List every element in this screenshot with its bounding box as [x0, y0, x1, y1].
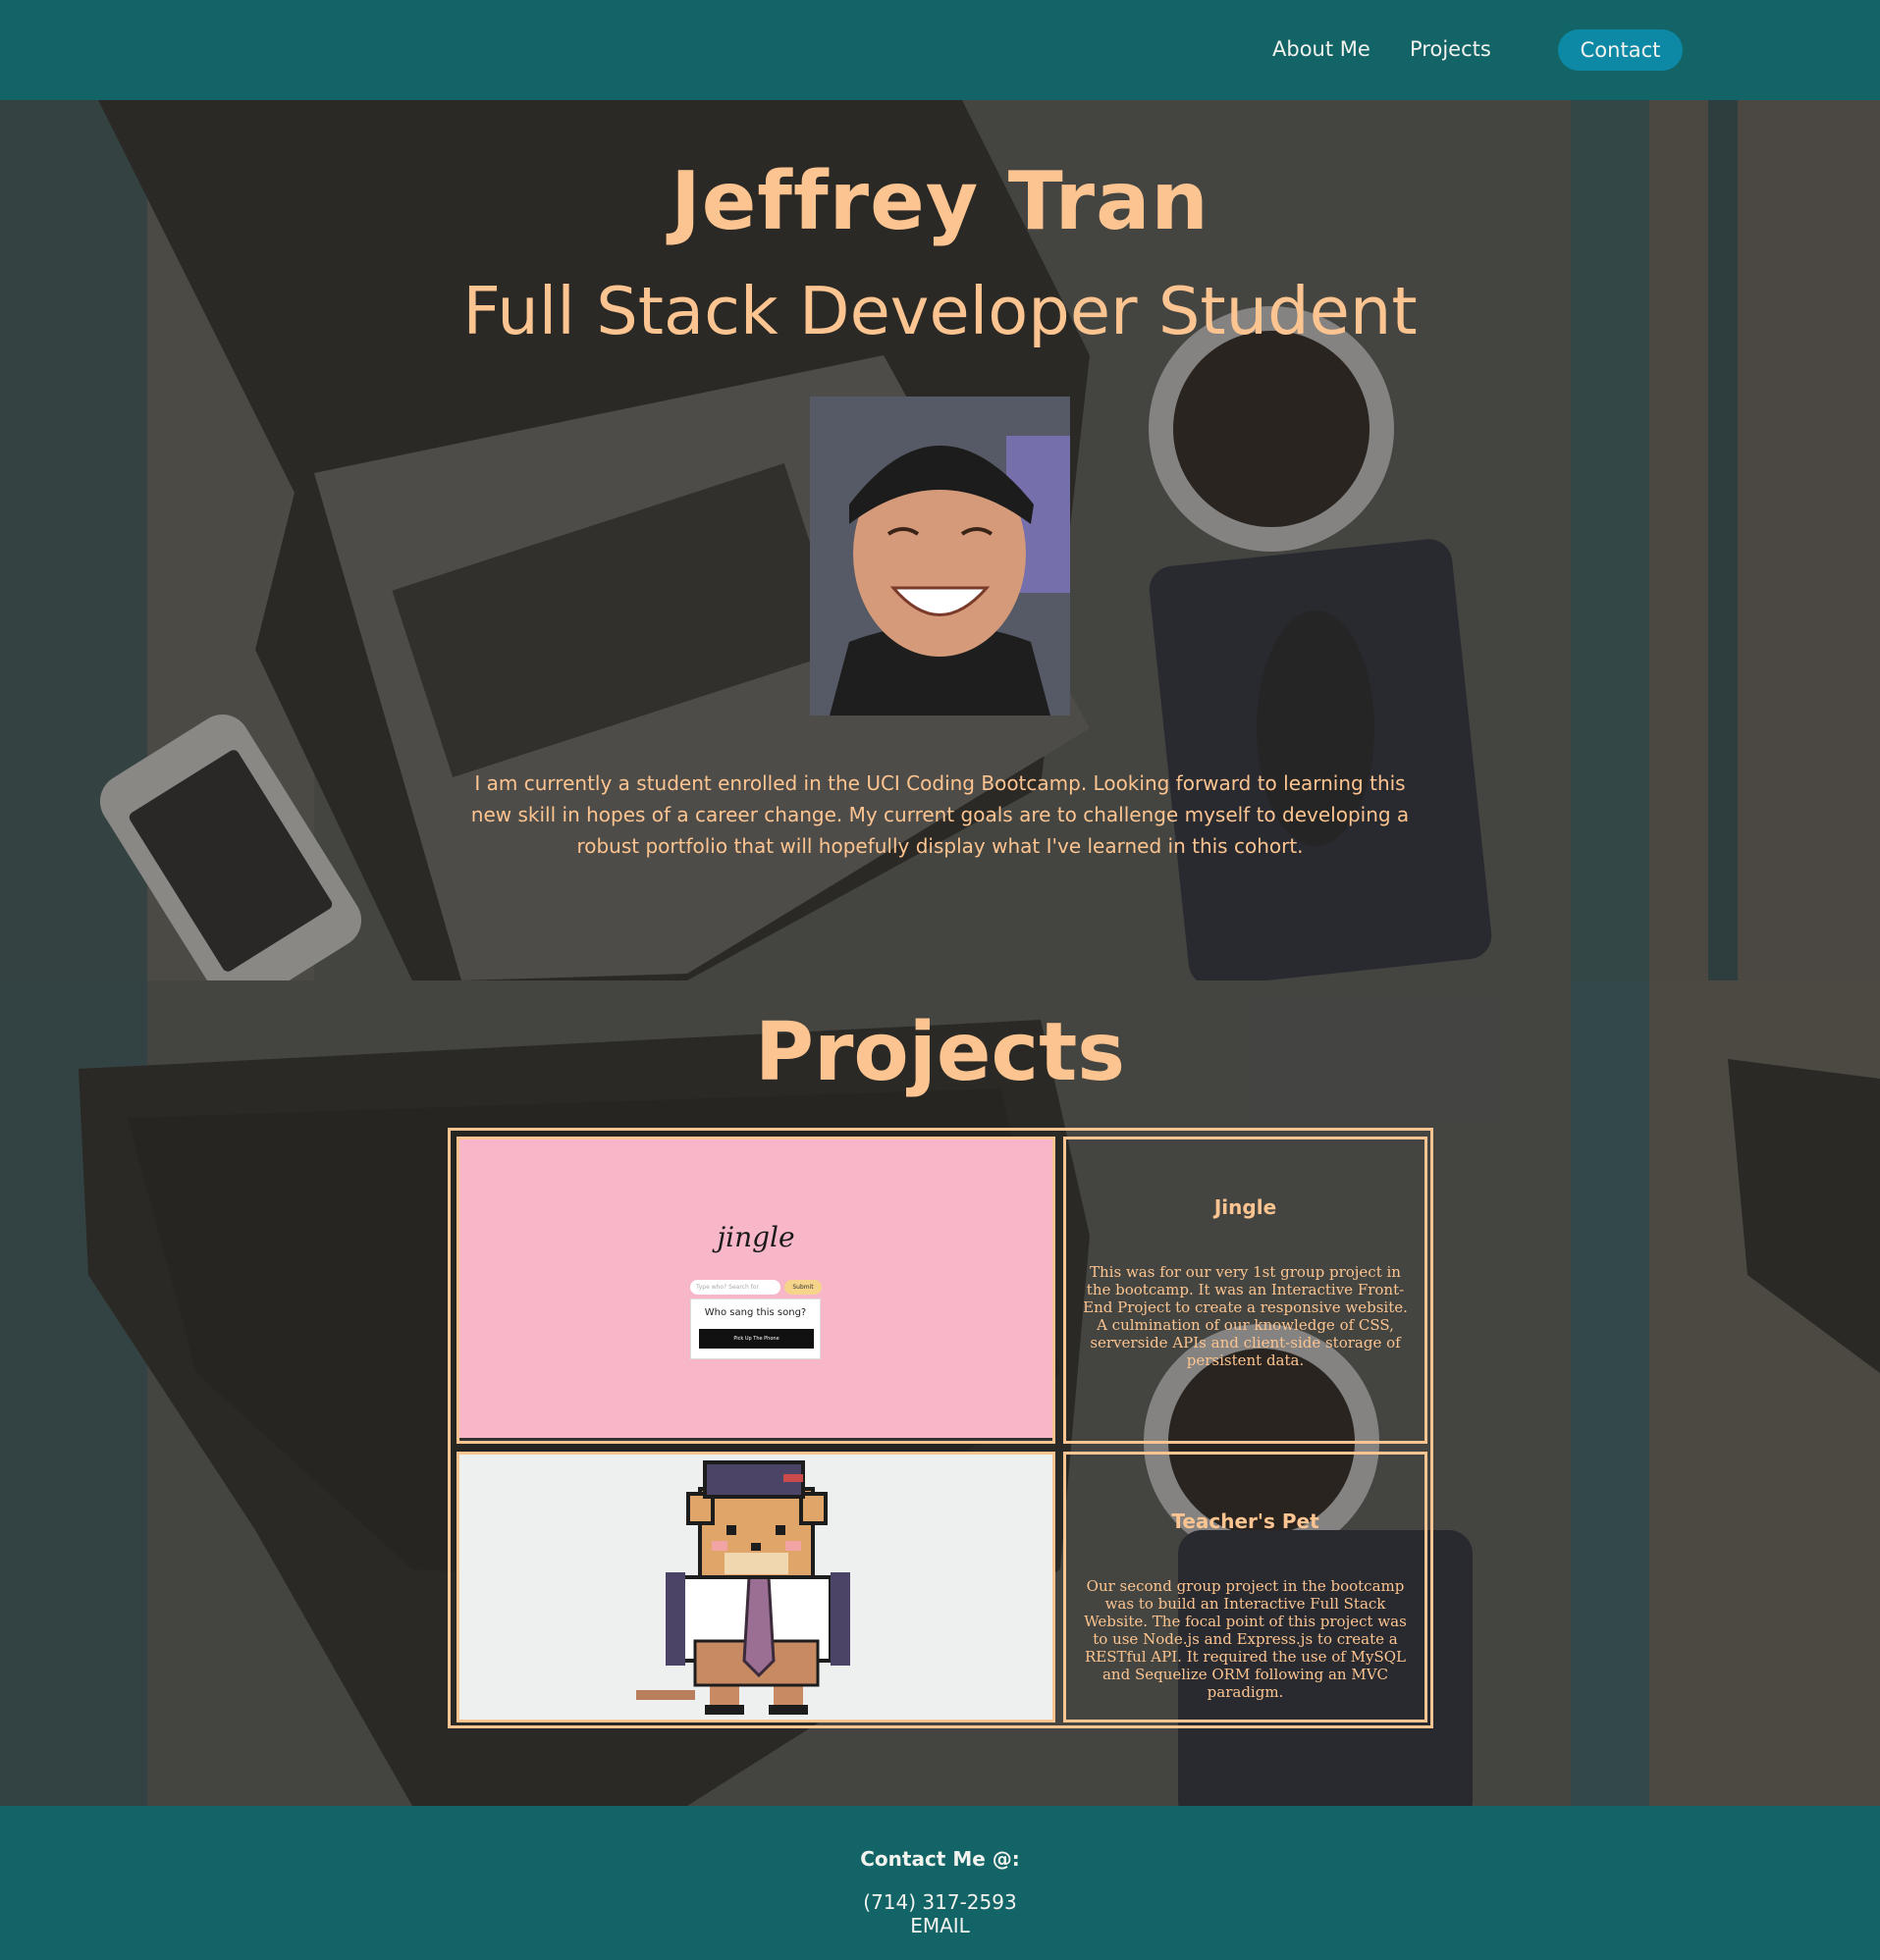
- footer: Contact Me @: (714) 317-2593 EMAIL: [0, 1806, 1880, 1960]
- nav-contact-button[interactable]: Contact: [1558, 29, 1683, 71]
- top-nav: About Me Projects Contact: [0, 0, 1880, 100]
- nav-projects-link[interactable]: Projects: [1410, 37, 1491, 61]
- hero-name-heading: Jeffrey Tran: [671, 155, 1209, 248]
- footer-phone[interactable]: (714) 317-2593: [0, 1890, 1880, 1914]
- hero-bio-text: I am currently a student enrolled in the…: [470, 771, 1410, 858]
- quokka-mascot-icon: [636, 1460, 850, 1715]
- projects-grid: jingle Type who? Search for artist... Su…: [448, 1128, 1433, 1728]
- jingle-play-button: Pick Up The Phone: [699, 1329, 814, 1349]
- jingle-preview-bottom-strip: [459, 1438, 1052, 1441]
- project-name-teachers-pet[interactable]: Teacher's Pet: [1066, 1510, 1424, 1533]
- project-description-jingle: This was for our very 1st group project …: [1083, 1263, 1408, 1369]
- project-name-jingle[interactable]: Jingle: [1066, 1195, 1424, 1219]
- jingle-search-input: Type who? Search for artist...: [690, 1280, 780, 1305]
- projects-heading: Projects: [754, 1006, 1126, 1099]
- jingle-question-card: Who sang this song? Pick Up The Phone: [690, 1298, 821, 1359]
- profile-photo: [810, 397, 1070, 715]
- teachers-pet-preview-image[interactable]: [457, 1452, 1055, 1722]
- jingle-question-text: Who sang this song?: [704, 1307, 807, 1318]
- jingle-submit-button: Submit: [784, 1280, 822, 1295]
- jingle-preview-image[interactable]: jingle Type who? Search for artist... Su…: [457, 1137, 1055, 1444]
- nav-about-link[interactable]: About Me: [1272, 37, 1370, 61]
- footer-email-link[interactable]: EMAIL: [0, 1914, 1880, 1937]
- hero-subtitle: Full Stack Developer Student: [462, 273, 1418, 349]
- jingle-logo: jingle: [717, 1221, 795, 1253]
- footer-contact-heading: Contact Me @:: [860, 1847, 1020, 1871]
- project-description-teachers-pet: Our second group project in the bootcamp…: [1084, 1577, 1407, 1701]
- teachers-pet-description-card: Teacher's Pet Our second group project i…: [1063, 1452, 1427, 1722]
- jingle-description-card: Jingle This was for our very 1st group p…: [1063, 1137, 1427, 1444]
